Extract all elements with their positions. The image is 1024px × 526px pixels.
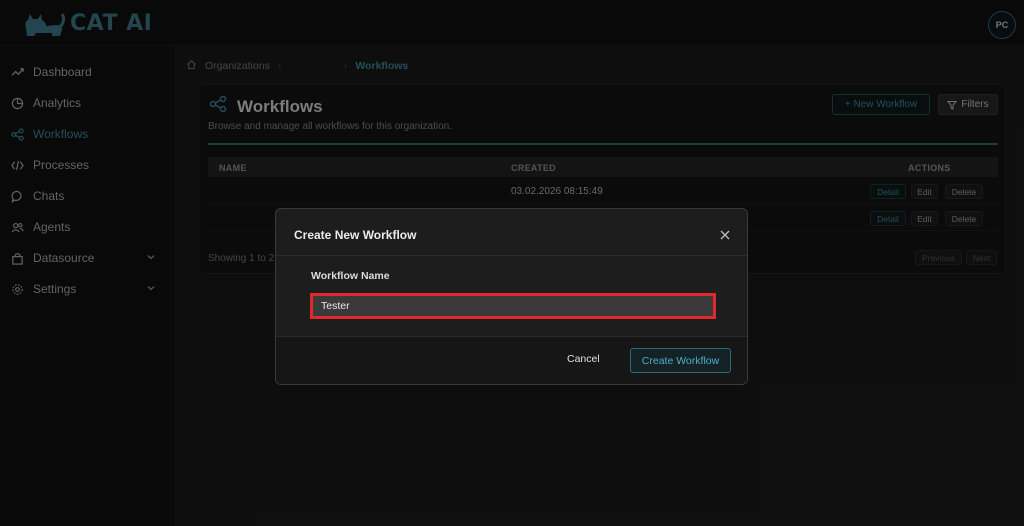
dialog-title: Create New Workflow [294,228,417,242]
dialog-divider [276,255,747,256]
close-icon[interactable] [719,228,731,240]
workflow-name-input[interactable] [310,293,716,319]
create-workflow-dialog: Create New Workflow Workflow Name Cancel… [275,208,748,385]
cancel-button[interactable]: Cancel [567,353,600,365]
dialog-footer: Cancel Create Workflow [276,336,747,384]
workflow-name-label: Workflow Name [311,270,390,282]
create-workflow-button[interactable]: Create Workflow [630,348,731,373]
